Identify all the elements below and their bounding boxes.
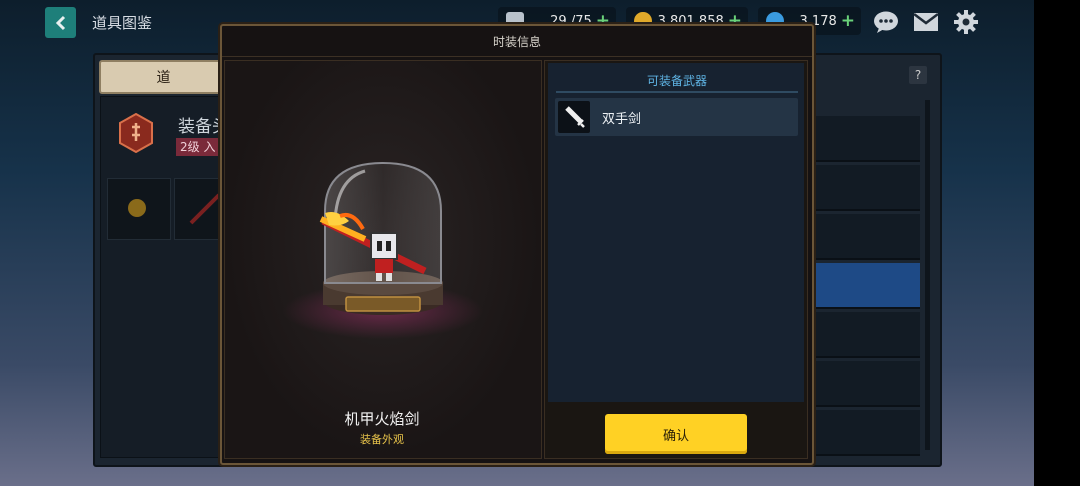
mail-button[interactable] [911, 7, 941, 37]
settings-button[interactable] [951, 7, 981, 37]
chat-icon [874, 11, 898, 33]
screen-edge [1034, 0, 1080, 486]
background-list-row[interactable] [812, 116, 920, 162]
background-slot[interactable] [107, 178, 171, 240]
page-title: 道具图鉴 [92, 14, 153, 32]
category-badge [118, 112, 154, 154]
chat-button[interactable] [871, 7, 901, 37]
item-preview-panel [224, 60, 542, 459]
slot-item-icon [128, 199, 146, 217]
background-list-row[interactable] [812, 361, 920, 407]
modal-divider [222, 56, 812, 57]
modal-title: 时装信息 [492, 35, 541, 49]
sword-icon [558, 101, 590, 133]
shield-badge-icon [119, 112, 153, 154]
item-name: 机甲火焰剑 [344, 410, 420, 428]
background-scrollbar[interactable] [925, 100, 930, 450]
help-button[interactable]: ? [909, 66, 927, 84]
background-list-row[interactable] [812, 165, 920, 211]
confirm-button[interactable]: 确认 [605, 414, 747, 454]
weapon-row-two-handed-sword[interactable]: 双手剑 [555, 98, 798, 136]
back-button[interactable] [45, 7, 76, 38]
chevron-left-icon [55, 15, 65, 30]
weapon-label: 双手剑 [602, 111, 642, 127]
background-list-row[interactable] [812, 312, 920, 358]
background-list-row[interactable] [812, 410, 920, 456]
add-gem-button[interactable]: + [841, 11, 861, 31]
sword-icon [189, 193, 221, 225]
weapons-divider [556, 91, 798, 93]
equippable-weapons-title: 可装备武器 [646, 74, 707, 88]
display-dome-icon [283, 161, 483, 339]
background-tab[interactable]: 道 [99, 60, 228, 94]
gear-icon [954, 10, 978, 34]
background-list-row[interactable] [812, 214, 920, 260]
background-list-row-selected[interactable] [812, 263, 920, 309]
mail-icon [913, 13, 939, 31]
item-subtitle: 装备外观 [360, 433, 404, 446]
